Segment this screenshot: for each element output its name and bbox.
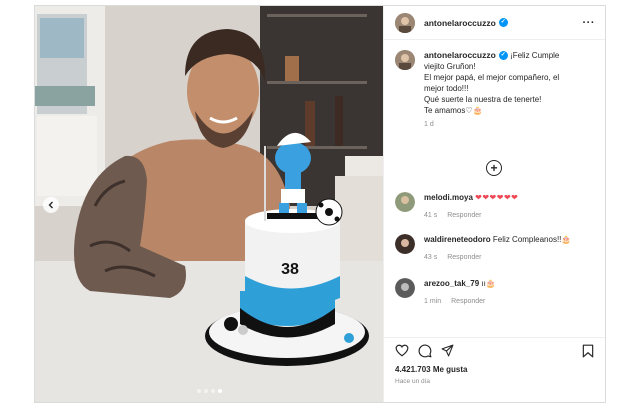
author-username[interactable]: antonelaroccuzzo (424, 18, 496, 28)
caption-username[interactable]: antonelaroccuzzo (424, 50, 496, 60)
carousel-indicator (35, 389, 383, 393)
carousel-prev-button[interactable] (43, 197, 59, 213)
reply-button[interactable]: Responder (447, 212, 481, 219)
instagram-post-modal: 38 antonelaroccuzzo ✓ ··· antonelaroccuz… (34, 5, 606, 403)
caption-line: El mejor papá, el mejor compañero, el (424, 73, 560, 82)
carousel-dot (210, 389, 215, 393)
carousel-dot (203, 389, 208, 393)
comment-username[interactable]: waldireneteodoro (424, 235, 491, 244)
verified-badge-icon: ✓ (498, 51, 508, 61)
caption-line: ¡Feliz Cumple (510, 51, 560, 60)
caption-line: viejito Gruñon! (424, 62, 476, 71)
post-photo[interactable]: 38 (35, 6, 383, 402)
author-avatar[interactable] (395, 12, 415, 33)
post-body: antonelaroccuzzo ✓ ¡Feliz Cumple viejito … (384, 40, 605, 337)
commenter-avatar[interactable] (395, 234, 415, 254)
post-actions (384, 337, 605, 363)
reply-button[interactable]: Responder (451, 298, 485, 305)
cake-number: 38 (281, 261, 299, 278)
comment-time: 1 min (424, 298, 442, 305)
comment-time: 41 s (424, 212, 438, 219)
chevron-left-icon (48, 201, 53, 209)
comment-text: Feliz Compleanos!!🎂 (492, 235, 572, 244)
commenter-avatar[interactable] (395, 278, 415, 298)
carousel-dot-active (217, 389, 222, 393)
post-caption: antonelaroccuzzo ✓ ¡Feliz Cumple viejito … (395, 50, 595, 116)
comment-time: 43 s (424, 254, 438, 261)
comment-text: ıı🎂 (481, 279, 496, 288)
comment-item: melodi.moya ❤❤❤❤❤❤ 41 s Responder (395, 192, 595, 221)
comment-item: waldireneteodoro Feliz Compleanos!!🎂 43 … (395, 234, 595, 263)
post-side-panel: antonelaroccuzzo ✓ ··· antonelaroccuzzo ✓… (383, 6, 605, 402)
likes-count[interactable]: 4.421.703 Me gusta (384, 365, 605, 374)
reply-button[interactable]: Responder (447, 254, 481, 261)
comment-meta: 43 s Responder (424, 252, 571, 263)
caption-age: 1 d (424, 121, 434, 128)
comment-icon[interactable] (418, 344, 432, 358)
carousel-dot (196, 389, 201, 393)
more-options-icon[interactable]: ··· (583, 17, 596, 29)
plus-circle-icon[interactable]: + (486, 160, 502, 176)
commenter-avatar[interactable] (395, 192, 415, 212)
comment-username[interactable]: melodi.moya (424, 193, 473, 202)
comment-content: melodi.moya ❤❤❤❤❤❤ 41 s Responder (424, 192, 518, 221)
comment-content: arezoo_tak_79 ıı🎂 1 min Responder (424, 278, 496, 307)
post-header: antonelaroccuzzo ✓ ··· (384, 6, 605, 40)
comment-username[interactable]: arezoo_tak_79 (424, 279, 479, 288)
comment-content: waldireneteodoro Feliz Compleanos!!🎂 43 … (424, 234, 571, 263)
comment-text: ❤❤❤❤❤❤ (475, 193, 519, 202)
share-icon[interactable] (441, 344, 454, 357)
heart-icon[interactable] (395, 344, 409, 357)
caption-avatar[interactable] (395, 50, 415, 70)
caption-line: mejor todo!!! (424, 84, 469, 93)
comment-item: arezoo_tak_79 ıı🎂 1 min Responder (395, 278, 595, 307)
bookmark-icon[interactable] (582, 344, 594, 358)
post-timestamp: Hace un día (395, 378, 431, 385)
comment-meta: 1 min Responder (424, 296, 496, 307)
caption-text: antonelaroccuzzo ✓ ¡Feliz Cumple viejito … (424, 50, 559, 116)
caption-line: Te amamos♡🎂 (424, 106, 483, 115)
caption-line: Qué suerte la nuestra de tenerte! (424, 95, 542, 104)
post-image-illustration: 38 (35, 6, 383, 402)
verified-badge-icon: ✓ (498, 18, 508, 27)
comment-meta: 41 s Responder (424, 210, 518, 221)
